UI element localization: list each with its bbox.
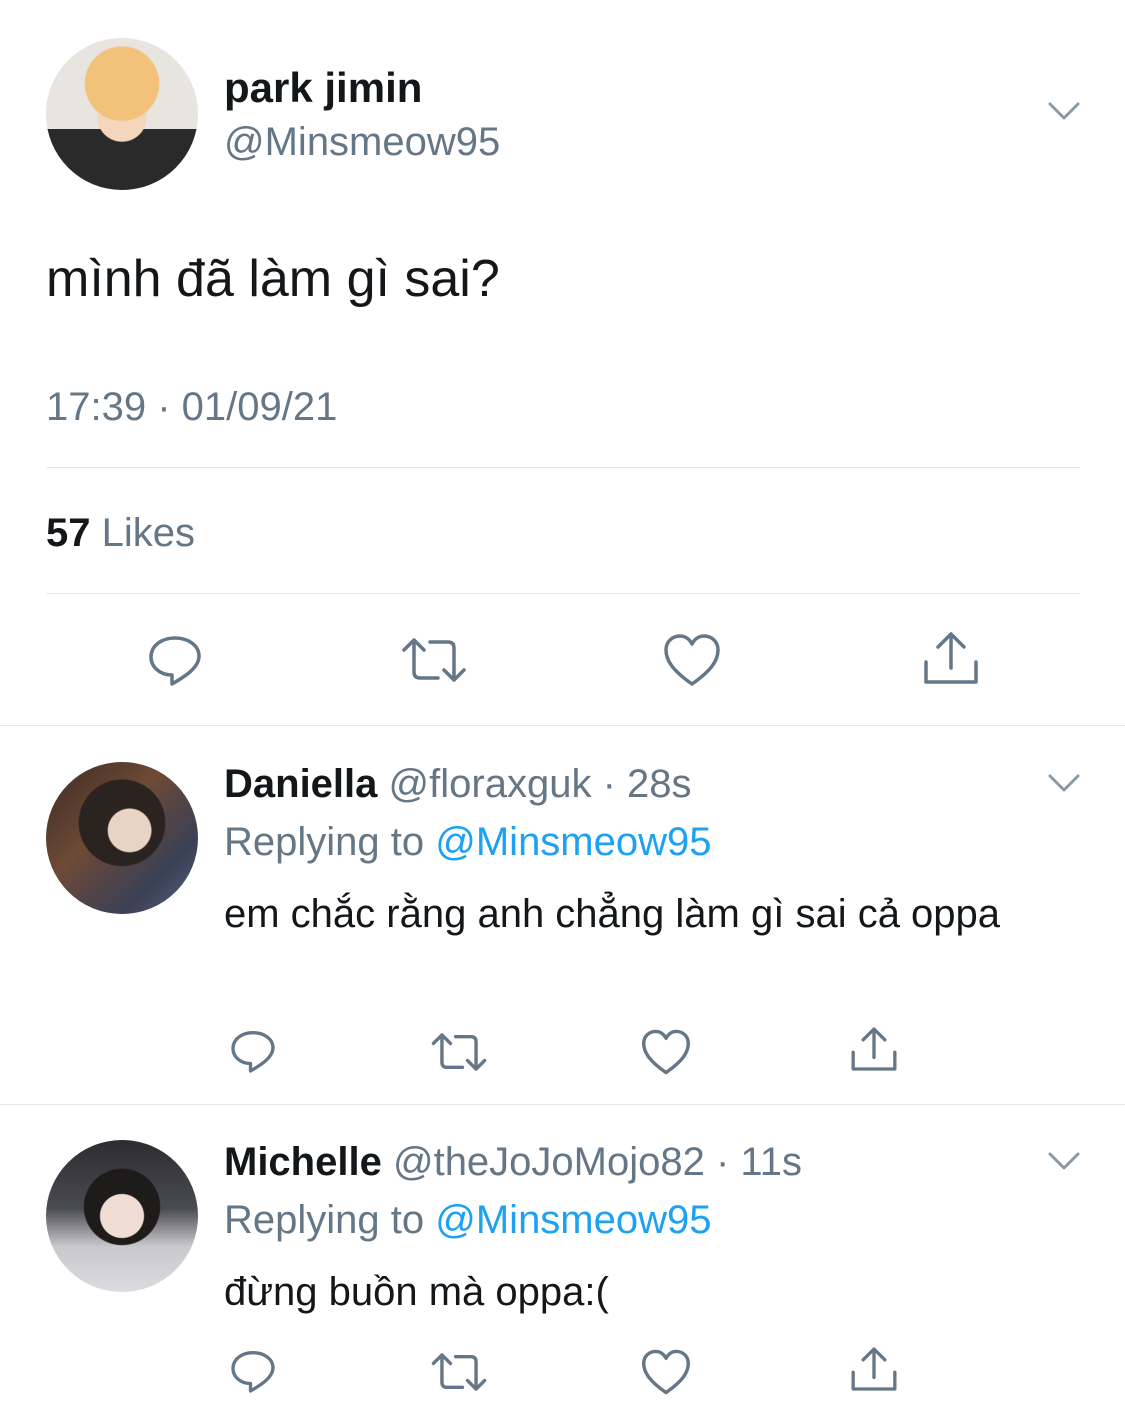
heart-icon[interactable] — [640, 1028, 692, 1076]
reply-header: Daniella @floraxguk · 28s — [224, 758, 692, 810]
chevron-down-icon[interactable] — [1046, 1144, 1082, 1180]
replying-handle-link[interactable]: @Minsmeow95 — [435, 1198, 711, 1242]
replying-prefix: Replying to — [224, 820, 425, 864]
likes-count: 57 — [46, 511, 91, 555]
reply-handle[interactable]: @theJoJoMojo82 — [393, 1140, 705, 1184]
reply-age: · 11s — [716, 1140, 802, 1184]
reply-text: đừng buồn mà oppa:( — [224, 1270, 609, 1314]
avatar[interactable] — [46, 1140, 198, 1292]
divider — [0, 725, 1125, 726]
avatar[interactable] — [46, 38, 198, 190]
replying-handle-link[interactable]: @Minsmeow95 — [435, 820, 711, 864]
reply-display-name[interactable]: Daniella — [224, 762, 377, 806]
reply-icon[interactable] — [228, 1346, 278, 1396]
divider — [46, 467, 1080, 468]
reply-age: · 28s — [602, 762, 692, 806]
heart-icon[interactable] — [640, 1348, 692, 1396]
share-icon[interactable] — [848, 1024, 900, 1074]
author-display-name[interactable]: park jimin — [224, 62, 422, 114]
retweet-icon[interactable] — [400, 632, 468, 688]
chevron-down-icon[interactable] — [1046, 94, 1082, 130]
tweet-text: mình đã làm gì sai? — [46, 250, 500, 308]
retweet-icon[interactable] — [430, 1348, 488, 1396]
divider — [0, 1104, 1125, 1105]
divider — [46, 593, 1080, 594]
retweet-icon[interactable] — [430, 1028, 488, 1076]
reply-header: Michelle @theJoJoMojo82 · 11s — [224, 1136, 802, 1188]
chevron-down-icon[interactable] — [1046, 766, 1082, 802]
author-handle[interactable]: @Minsmeow95 — [224, 116, 500, 168]
likes-label: Likes — [101, 511, 196, 555]
replying-to: Replying to @Minsmeow95 — [224, 1194, 712, 1246]
share-icon[interactable] — [848, 1344, 900, 1394]
reply-handle[interactable]: @floraxguk — [389, 762, 592, 806]
likes-stat[interactable]: 57 Likes — [46, 508, 195, 558]
replying-prefix: Replying to — [224, 1198, 425, 1242]
tweet-timestamp[interactable]: 17:39 · 01/09/21 — [46, 382, 337, 432]
heart-icon[interactable] — [662, 632, 722, 688]
replying-to: Replying to @Minsmeow95 — [224, 816, 712, 868]
reply-icon[interactable] — [228, 1026, 278, 1076]
reply-icon[interactable] — [145, 630, 205, 690]
avatar[interactable] — [46, 762, 198, 914]
reply-text: em chắc rằng anh chẳng làm gì sai cả opp… — [224, 892, 1001, 936]
share-icon[interactable] — [920, 628, 982, 688]
reply-display-name[interactable]: Michelle — [224, 1140, 382, 1184]
